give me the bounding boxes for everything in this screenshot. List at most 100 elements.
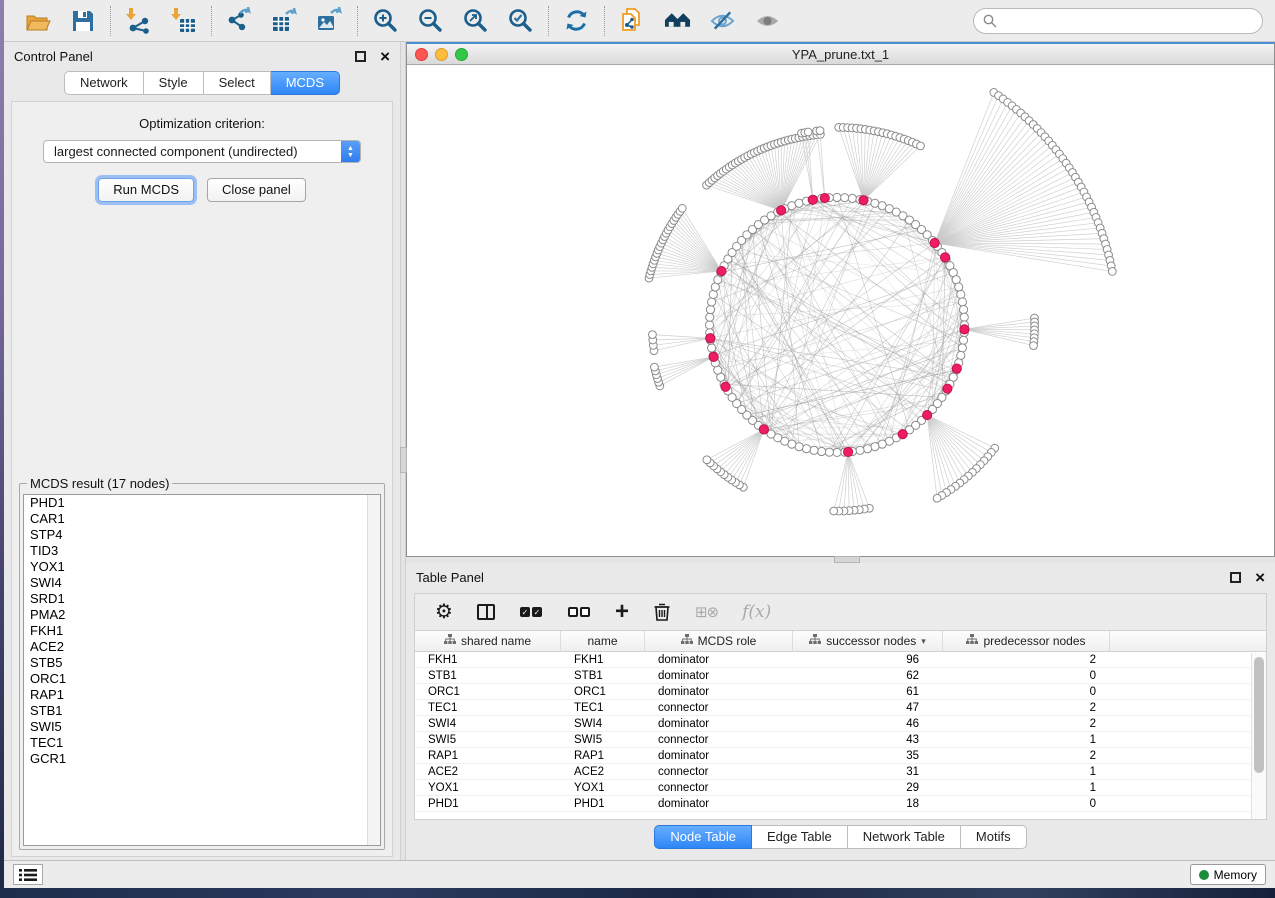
memory-label: Memory	[1214, 868, 1257, 882]
horizontal-splitter[interactable]	[406, 557, 1275, 563]
table-row[interactable]: SWI5SWI5connector431	[415, 732, 1266, 748]
table-row[interactable]: YOX1YOX1connector291	[415, 780, 1266, 796]
network-canvas[interactable]	[407, 65, 1274, 556]
table-cell: YOX1	[561, 780, 645, 796]
sort-indicator-icon: ▾	[921, 636, 926, 647]
tree-icon	[444, 634, 456, 648]
node-table-body: FKH1FKH1dominator962STB1STB1dominator620…	[415, 652, 1266, 812]
column-header-shared-name[interactable]: shared name	[415, 631, 561, 651]
table-row[interactable]: FKH1FKH1dominator962	[415, 652, 1266, 668]
control-panel-title: Control Panel	[14, 49, 341, 64]
add-column-icon[interactable]: +	[615, 602, 629, 622]
export-image-icon[interactable]	[316, 7, 343, 34]
table-cell: 31	[793, 764, 943, 780]
table-panel-title: Table Panel	[416, 570, 1216, 585]
memory-button[interactable]: Memory	[1190, 864, 1266, 885]
table-cell: ORC1	[561, 684, 645, 700]
tab-edge-table[interactable]: Edge Table	[752, 825, 848, 849]
network-view-titlebar[interactable]: YPA_prune.txt_1	[407, 44, 1274, 65]
result-list-scrollbar[interactable]	[367, 495, 380, 845]
table-panel-tabs: Node TableEdge TableNetwork TableMotifs	[406, 821, 1275, 854]
table-cell	[1110, 780, 1266, 796]
table-scrollbar[interactable]	[1251, 653, 1266, 819]
horizontal-splitter-handle[interactable]	[834, 556, 860, 563]
close-panel-icon[interactable]: ×	[380, 51, 390, 62]
delete-columns-icon[interactable]	[653, 602, 671, 622]
column-header-successor-nodes[interactable]: successor nodes▾	[793, 631, 943, 651]
node-table-block: ⚙ ✓✓ + ⊞⊗ f(x) shared namenameMCDS roles…	[414, 593, 1267, 820]
float-panel-icon[interactable]	[355, 51, 366, 62]
table-cell: 2	[943, 652, 1110, 668]
table-options-gear-icon[interactable]: ⚙	[435, 602, 453, 622]
close-window-icon[interactable]	[415, 48, 428, 61]
run-mcds-button[interactable]: Run MCDS	[98, 178, 194, 202]
hide-selected-icon[interactable]	[709, 7, 736, 34]
column-header-predecessor-nodes[interactable]: predecessor nodes	[943, 631, 1110, 651]
select-all-columns-icon[interactable]: ✓✓	[519, 607, 543, 617]
table-row[interactable]: PHD1PHD1dominator180	[415, 796, 1266, 812]
open-session-icon[interactable]	[24, 7, 51, 34]
table-cell: 35	[793, 748, 943, 764]
table-cell: dominator	[645, 796, 793, 812]
zoom-selected-icon[interactable]	[507, 7, 534, 34]
optimization-criterion-label: Optimization criterion:	[12, 116, 392, 131]
table-cell: connector	[645, 780, 793, 796]
table-cell	[1110, 652, 1266, 668]
table-cell: TEC1	[415, 700, 561, 716]
table-row[interactable]: SWI4SWI4dominator462	[415, 716, 1266, 732]
tab-mcds[interactable]: MCDS	[271, 71, 340, 95]
import-network-icon[interactable]	[125, 7, 152, 34]
column-header-name[interactable]: name	[561, 631, 645, 651]
tab-select[interactable]: Select	[204, 71, 271, 95]
criterion-dropdown-value: largest connected component (undirected)	[44, 144, 341, 159]
save-session-icon[interactable]	[69, 7, 96, 34]
tab-node-table[interactable]: Node Table	[654, 825, 752, 849]
table-cell: 1	[943, 732, 1110, 748]
zoom-out-icon[interactable]	[417, 7, 444, 34]
table-cell: 62	[793, 668, 943, 684]
task-history-button[interactable]	[13, 864, 43, 885]
minimize-window-icon[interactable]	[435, 48, 448, 61]
tab-network-table[interactable]: Network Table	[848, 825, 961, 849]
result-node: PMA2	[24, 607, 380, 623]
table-cell: 1	[943, 780, 1110, 796]
tab-motifs[interactable]: Motifs	[961, 825, 1027, 849]
first-neighbors-icon[interactable]	[664, 7, 691, 34]
zoom-fit-icon[interactable]	[462, 7, 489, 34]
close-table-panel-icon[interactable]: ×	[1255, 572, 1265, 583]
table-row[interactable]: STB1STB1dominator620	[415, 668, 1266, 684]
vertical-splitter[interactable]	[400, 42, 406, 860]
result-node: CAR1	[24, 511, 380, 527]
export-table-icon[interactable]	[271, 7, 298, 34]
table-cell: RAP1	[415, 748, 561, 764]
tab-style[interactable]: Style	[144, 71, 204, 95]
table-cell	[1110, 668, 1266, 684]
table-cell	[1110, 732, 1266, 748]
table-scrollbar-thumb[interactable]	[1254, 657, 1264, 773]
vertical-splitter-handle[interactable]	[400, 447, 407, 473]
table-row[interactable]: TEC1TEC1connector472	[415, 700, 1266, 716]
export-network-icon[interactable]	[226, 7, 253, 34]
show-all-icon[interactable]	[754, 7, 781, 34]
new-network-from-selection-icon[interactable]	[619, 7, 646, 34]
zoom-in-icon[interactable]	[372, 7, 399, 34]
table-cell: 1	[943, 764, 1110, 780]
table-row[interactable]: RAP1RAP1dominator352	[415, 748, 1266, 764]
result-node: SWI4	[24, 575, 380, 591]
criterion-dropdown[interactable]: largest connected component (undirected)…	[43, 140, 361, 163]
mcds-result-title: MCDS result (17 nodes)	[27, 476, 172, 491]
table-row[interactable]: ACE2ACE2connector311	[415, 764, 1266, 780]
table-row[interactable]: ORC1ORC1dominator610	[415, 684, 1266, 700]
tab-network[interactable]: Network	[64, 71, 144, 95]
import-table-icon[interactable]	[170, 7, 197, 34]
close-panel-button[interactable]: Close panel	[207, 178, 306, 202]
maximize-window-icon[interactable]	[455, 48, 468, 61]
deselect-all-columns-icon[interactable]	[567, 607, 591, 617]
search-input[interactable]	[1003, 13, 1253, 28]
show-columns-icon[interactable]	[477, 604, 495, 620]
float-table-panel-icon[interactable]	[1230, 572, 1241, 583]
memory-status-icon	[1199, 870, 1209, 880]
column-header-mcds-role[interactable]: MCDS role	[645, 631, 793, 651]
apply-layout-icon[interactable]	[563, 7, 590, 34]
result-node: YOX1	[24, 559, 380, 575]
